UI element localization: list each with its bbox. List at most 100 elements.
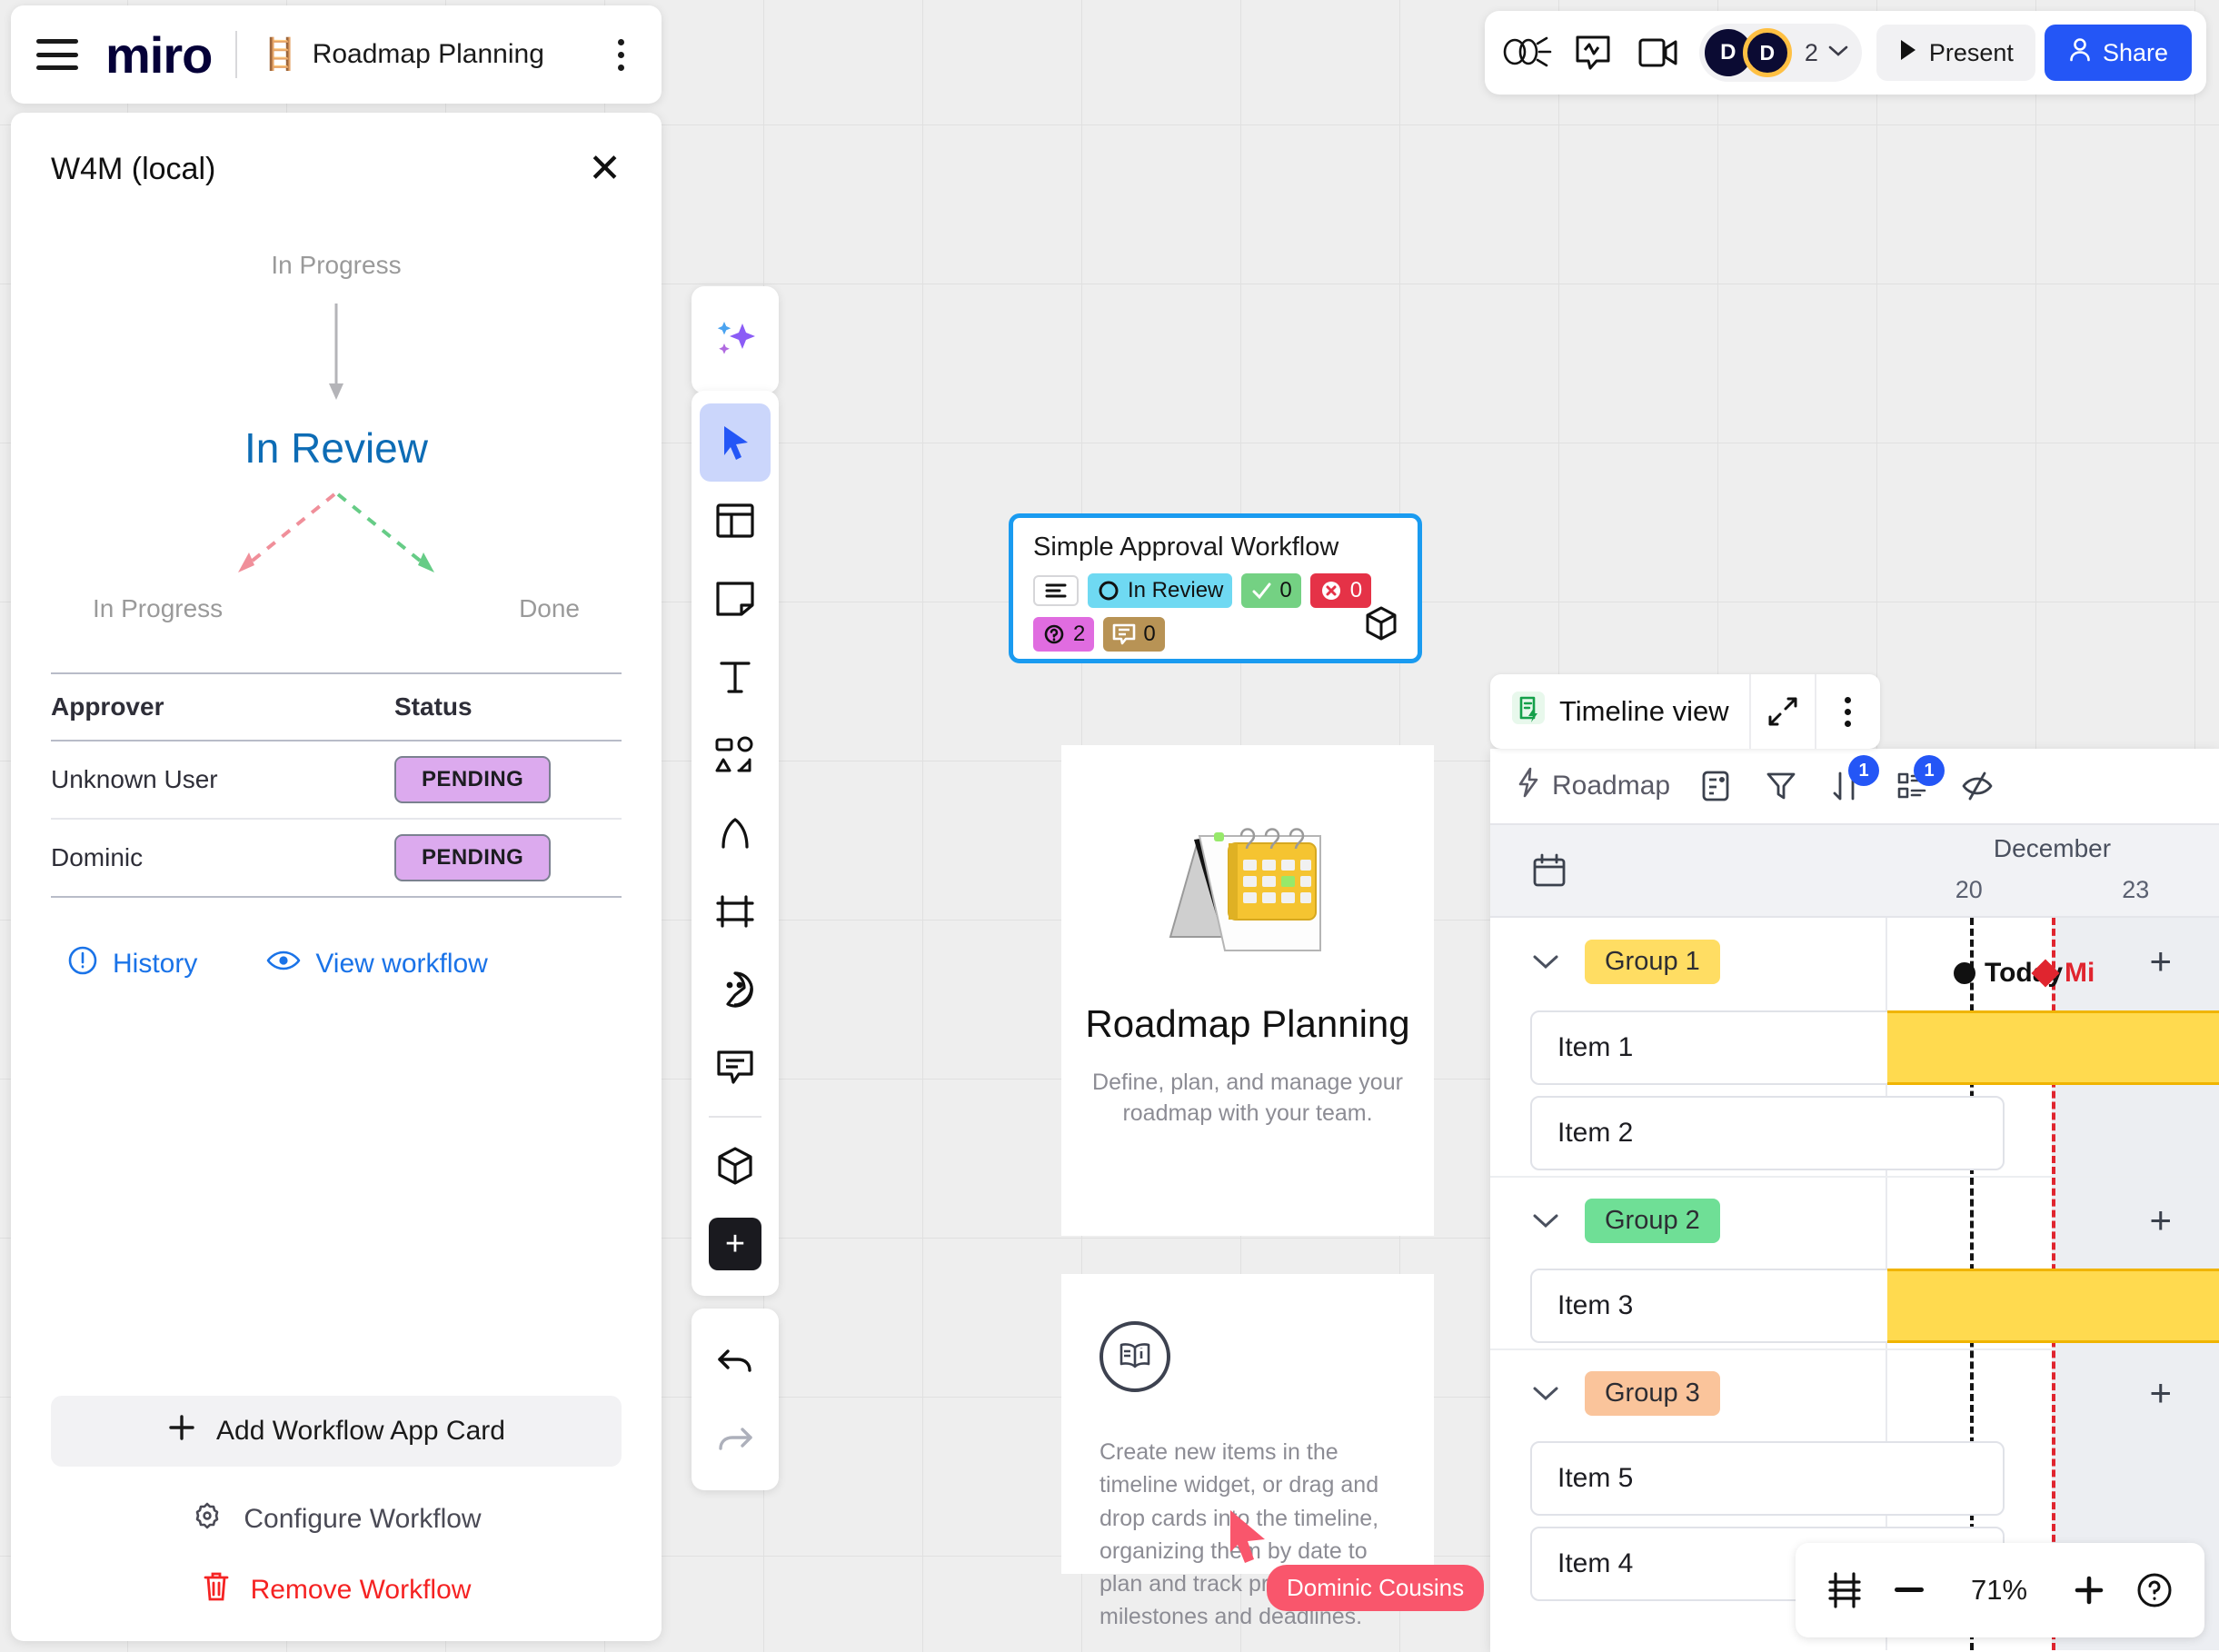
board-header-bar: miro 🪜 Roadmap Planning (11, 5, 662, 104)
help-icon[interactable] (2135, 1571, 2174, 1609)
timeline-group-label[interactable]: Group 1 (1585, 939, 1720, 984)
video-chat-icon[interactable] (1630, 25, 1687, 81)
timeline-group-label[interactable]: Group 2 (1585, 1198, 1720, 1243)
plus-icon[interactable]: + (2149, 942, 2172, 980)
column-header-status: Status (394, 672, 622, 741)
pending-chip[interactable]: 2 (1033, 617, 1095, 652)
apps-cube-icon[interactable] (700, 1127, 771, 1205)
approver-name: Unknown User (51, 741, 394, 820)
remove-workflow-button[interactable]: Remove Workflow (51, 1570, 622, 1610)
history-label: History (113, 949, 198, 979)
shapes-icon[interactable] (700, 716, 771, 794)
timeline-month-label: December (1993, 834, 2112, 862)
sticky-note-icon[interactable] (700, 560, 771, 638)
timeline-more-options-icon[interactable] (1814, 674, 1880, 749)
timeline-panel: Roadmap 1 1 December 20 23 Today Mi Grou… (1490, 749, 2219, 1652)
frame-icon[interactable] (700, 872, 771, 950)
board-title[interactable]: Roadmap Planning (313, 39, 544, 70)
timeline-item[interactable]: Item 5 (1530, 1441, 2005, 1516)
close-icon[interactable]: ✕ (588, 149, 622, 189)
timeline-bar[interactable] (1887, 1269, 2219, 1343)
timeline-group-row: Group 2 + (1490, 1176, 2219, 1263)
comment-chip-label: 0 (1143, 622, 1156, 646)
approved-chip[interactable]: 0 (1241, 573, 1301, 608)
hamburger-icon[interactable] (36, 39, 78, 70)
chevron-down-icon[interactable] (1530, 1378, 1561, 1408)
hide-fields-icon[interactable] (1957, 766, 1997, 806)
pen-icon[interactable] (700, 794, 771, 872)
table-header-row: Approver Status (51, 672, 622, 741)
description-chip[interactable] (1033, 575, 1079, 606)
reactions-icon[interactable] (1565, 25, 1621, 81)
calendar-icon[interactable] (1490, 825, 1854, 916)
add-workflow-app-card-button[interactable]: Add Workflow App Card (51, 1396, 622, 1467)
board-menu-kebab-icon[interactable] (605, 35, 636, 75)
sparkle-ai-icon[interactable] (700, 301, 771, 379)
timeline-app-icon (1510, 690, 1547, 733)
zoom-level[interactable]: 71% (1955, 1574, 2043, 1607)
filter-icon[interactable] (1761, 766, 1801, 806)
configure-workflow-button[interactable]: Configure Workflow (51, 1499, 622, 1539)
avatar-active[interactable]: D (1742, 28, 1792, 77)
plus-icon[interactable]: + (2149, 1374, 2172, 1412)
timeline-group-label[interactable]: Group 3 (1585, 1370, 1720, 1416)
timeline-group-row: Group 1 + (1490, 918, 2219, 1005)
top-right-toolbar: D D 2 Present Share (1484, 11, 2206, 95)
workflow-branch-left-label: In Progress (93, 594, 224, 622)
collaborators-group[interactable]: D D 2 (1698, 24, 1862, 82)
play-icon (1898, 38, 1918, 68)
zoom-out-button[interactable] (1894, 1586, 1925, 1595)
cursor-select-icon[interactable] (700, 403, 771, 482)
group-by-icon[interactable]: 1 (1892, 755, 1945, 806)
rejected-chip[interactable]: 0 (1309, 573, 1372, 608)
sticker-icon[interactable] (700, 950, 771, 1029)
share-label: Share (2102, 38, 2168, 66)
lightning-icon (1516, 767, 1541, 805)
cursor-pointer-icon (1230, 1510, 1265, 1563)
card-layout-icon[interactable] (1696, 766, 1736, 806)
undo-icon[interactable] (700, 1321, 771, 1399)
timeline-item[interactable]: Item 2 (1530, 1096, 2005, 1170)
present-button[interactable]: Present (1876, 25, 2035, 81)
workflow-current-state: In Review (244, 424, 428, 472)
share-button[interactable]: Share (2044, 25, 2192, 81)
timeline-bar[interactable] (1887, 1010, 2219, 1085)
redo-icon[interactable] (700, 1399, 771, 1478)
remove-workflow-label: Remove Workflow (250, 1575, 472, 1605)
more-plus-icon[interactable]: + (700, 1205, 771, 1283)
timeline-view-title[interactable]: Timeline view (1490, 674, 1749, 749)
gear-icon (191, 1499, 224, 1539)
history-link[interactable]: History (67, 945, 197, 983)
miro-logo[interactable]: miro (105, 25, 213, 85)
view-workflow-link[interactable]: View workflow (266, 945, 488, 983)
text-icon[interactable] (700, 638, 771, 716)
timeline-board-name[interactable]: Roadmap (1516, 767, 1670, 805)
timeline-board-label: Roadmap (1552, 771, 1671, 801)
chevron-down-icon[interactable] (1530, 946, 1561, 977)
status-badge[interactable]: PENDING (394, 834, 552, 881)
status-badge[interactable]: PENDING (394, 756, 552, 803)
comment-icon[interactable] (700, 1029, 771, 1107)
timeline-group-row: Group 3 + (1490, 1348, 2219, 1436)
group-by-badge: 1 (1914, 755, 1945, 786)
comment-chip[interactable]: 0 (1103, 617, 1165, 652)
roadmap-planning-card[interactable]: Roadmap Planning Define, plan, and manag… (1061, 745, 1434, 1236)
pending-chip-label: 2 (1073, 622, 1086, 646)
workflow-previous-state: In Progress (271, 251, 402, 279)
fit-to-screen-icon[interactable] (1826, 1571, 1863, 1609)
celebrate-icon[interactable] (1499, 25, 1556, 81)
templates-icon[interactable] (700, 482, 771, 560)
plus-icon[interactable]: + (2149, 1201, 2172, 1239)
cursor-user-label: Dominic Cousins (1267, 1565, 1485, 1611)
calendar-illustration (1134, 796, 1361, 982)
chevron-down-icon[interactable] (1827, 44, 1849, 63)
timeline-date-header: December 20 23 (1490, 823, 2219, 918)
workflow-panel: W4M (local) ✕ In Progress In Review In P… (11, 113, 662, 1641)
sort-icon[interactable]: 1 (1826, 755, 1880, 806)
status-chip[interactable]: In Review (1088, 573, 1233, 608)
app-card-simple-approval-workflow[interactable]: Simple Approval Workflow In Review 0 0 2… (1009, 513, 1422, 663)
expand-icon[interactable] (1748, 674, 1815, 749)
chevron-down-icon[interactable] (1530, 1205, 1561, 1236)
status-chip-label: In Review (1128, 578, 1224, 602)
zoom-in-button[interactable] (2074, 1575, 2105, 1606)
